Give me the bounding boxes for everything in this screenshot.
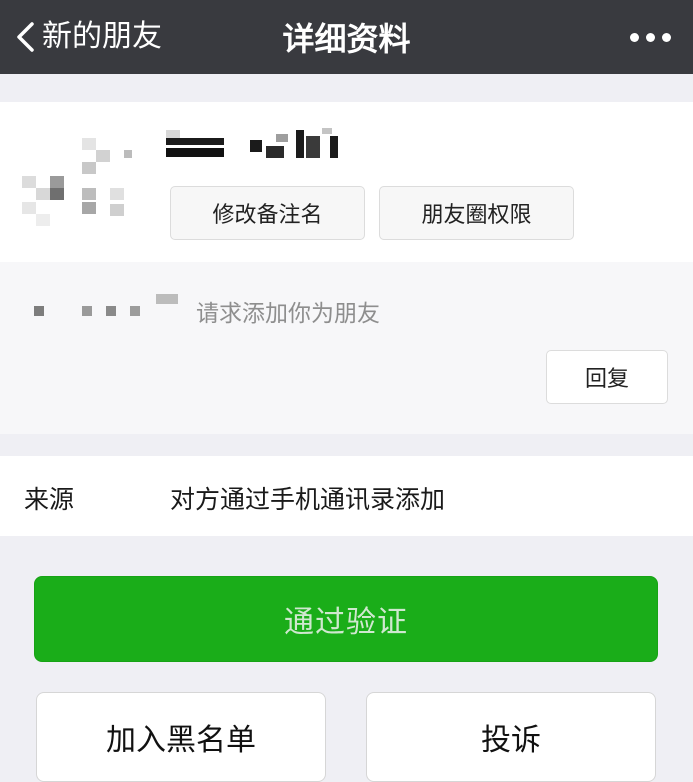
report-button[interactable]: 投诉 <box>366 692 656 782</box>
accept-verification-button[interactable]: 通过验证 <box>34 576 658 662</box>
profile-card: 修改备注名 朋友圈权限 <box>0 102 693 262</box>
edit-remark-button[interactable]: 修改备注名 <box>170 186 365 240</box>
source-row: 来源 对方通过手机通讯录添加 <box>0 456 693 536</box>
source-value: 对方通过手机通讯录添加 <box>170 485 446 514</box>
more-horizontal-icon <box>630 32 639 42</box>
reply-button[interactable]: 回复 <box>546 350 668 404</box>
source-label: 来源 <box>24 485 75 514</box>
nickname-redacted <box>166 128 356 164</box>
friend-request-message: 请求添加你为朋友 回复 <box>0 262 693 434</box>
top-navigation-bar: 新的朋友 详细资料 <box>0 0 693 74</box>
moments-permission-button[interactable]: 朋友圈权限 <box>379 186 574 240</box>
more-options-button[interactable] <box>630 0 671 74</box>
request-message-text: 请求添加你为朋友 <box>196 301 380 327</box>
chevron-left-icon <box>17 22 34 52</box>
requester-name-redacted <box>26 292 186 320</box>
add-to-blacklist-button[interactable]: 加入黑名单 <box>36 692 326 782</box>
back-button[interactable]: 新的朋友 <box>14 0 162 74</box>
avatar[interactable] <box>20 124 146 242</box>
back-label: 新的朋友 <box>42 19 162 54</box>
